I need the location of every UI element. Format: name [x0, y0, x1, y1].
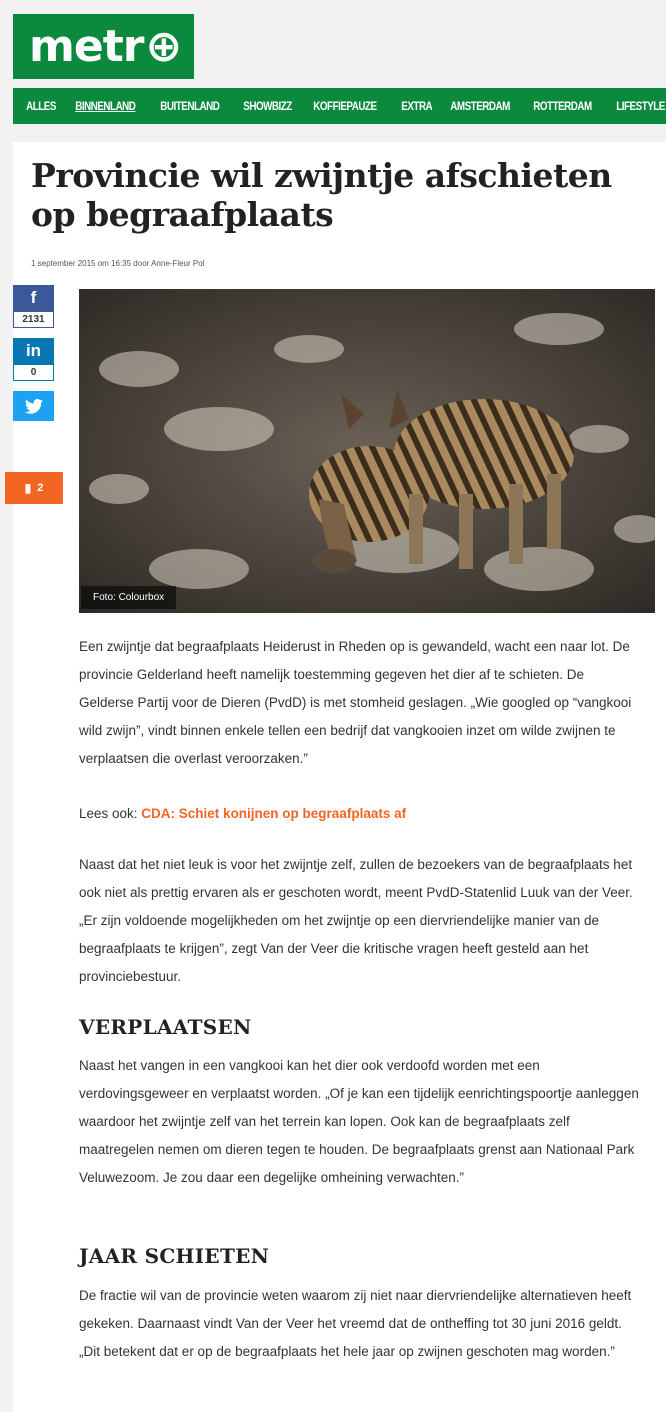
nav-item-rotterdam[interactable]: ROTTERDAM: [530, 99, 602, 113]
speech-bubble-icon: ▮: [24, 481, 32, 495]
comments-count: 2: [37, 482, 44, 494]
nav-item-alles[interactable]: ALLES: [13, 99, 66, 113]
twitter-share-button[interactable]: [13, 391, 54, 421]
wild-boar-piglet-image: [79, 289, 655, 613]
section-heading: JAAR SCHIETEN: [79, 1244, 270, 1268]
article-byline: 1 september 2015 om 16:35 door Anne-Fleu…: [31, 259, 205, 268]
main-nav: ALLES BINNENLAND BUITENLAND SHOWBIZZ KOFFIEP…: [13, 88, 666, 124]
linkedin-icon: in: [13, 338, 54, 364]
globe-icon: ⊕: [145, 21, 182, 72]
article-paragraph: Naast het vangen in een vangkooi kan het…: [79, 1058, 639, 1185]
article-paragraph: Een zwijntje dat begraafplaats Heiderust…: [79, 639, 632, 766]
share-bar: f 2131 in 0: [13, 285, 54, 431]
facebook-share-button[interactable]: f 2131: [13, 285, 54, 328]
linkedin-share-button[interactable]: in 0: [13, 338, 54, 381]
twitter-icon: [13, 391, 54, 421]
facebook-share-count: 2131: [13, 311, 54, 328]
article-paragraph: De fractie wil van de provincie weten wa…: [79, 1288, 632, 1359]
facebook-icon: f: [13, 285, 54, 311]
article-paragraph: Naast dat het niet leuk is voor het zwij…: [79, 857, 633, 984]
read-also: Lees ook: CDA: Schiet konijnen op begraa…: [79, 800, 639, 828]
metro-logo[interactable]: metr ⊕: [13, 14, 194, 79]
masthead: metr ⊕: [0, 0, 666, 88]
nav-item-lifestyle[interactable]: LIFESTYLE: [613, 99, 666, 113]
nav-item-showbizz[interactable]: SHOWBIZZ: [240, 99, 302, 113]
linkedin-share-count: 0: [13, 364, 54, 381]
article-photo: Foto: Colourbox: [79, 289, 655, 613]
section-heading: VERPLAATSEN: [79, 1015, 252, 1039]
nav-item-extra[interactable]: EXTRA: [398, 99, 442, 113]
photo-caption: Foto: Colourbox: [81, 586, 177, 609]
nav-item-binnenland[interactable]: BINNENLAND: [72, 99, 145, 113]
nav-item-koffiepauze[interactable]: KOFFIEPAUZE: [310, 99, 386, 113]
nav-item-buitenland[interactable]: BUITENLAND: [157, 99, 229, 113]
comments-button[interactable]: ▮ 2: [5, 472, 63, 504]
article-title: Provincie wil zwijntje afschieten op beg…: [31, 156, 612, 234]
nav-item-amsterdam[interactable]: AMSTERDAM: [447, 99, 520, 113]
logo-text: metr: [29, 21, 144, 72]
read-also-link[interactable]: CDA: Schiet konijnen op begraafplaats af: [141, 806, 406, 821]
read-also-label: Lees ook:: [79, 806, 142, 821]
